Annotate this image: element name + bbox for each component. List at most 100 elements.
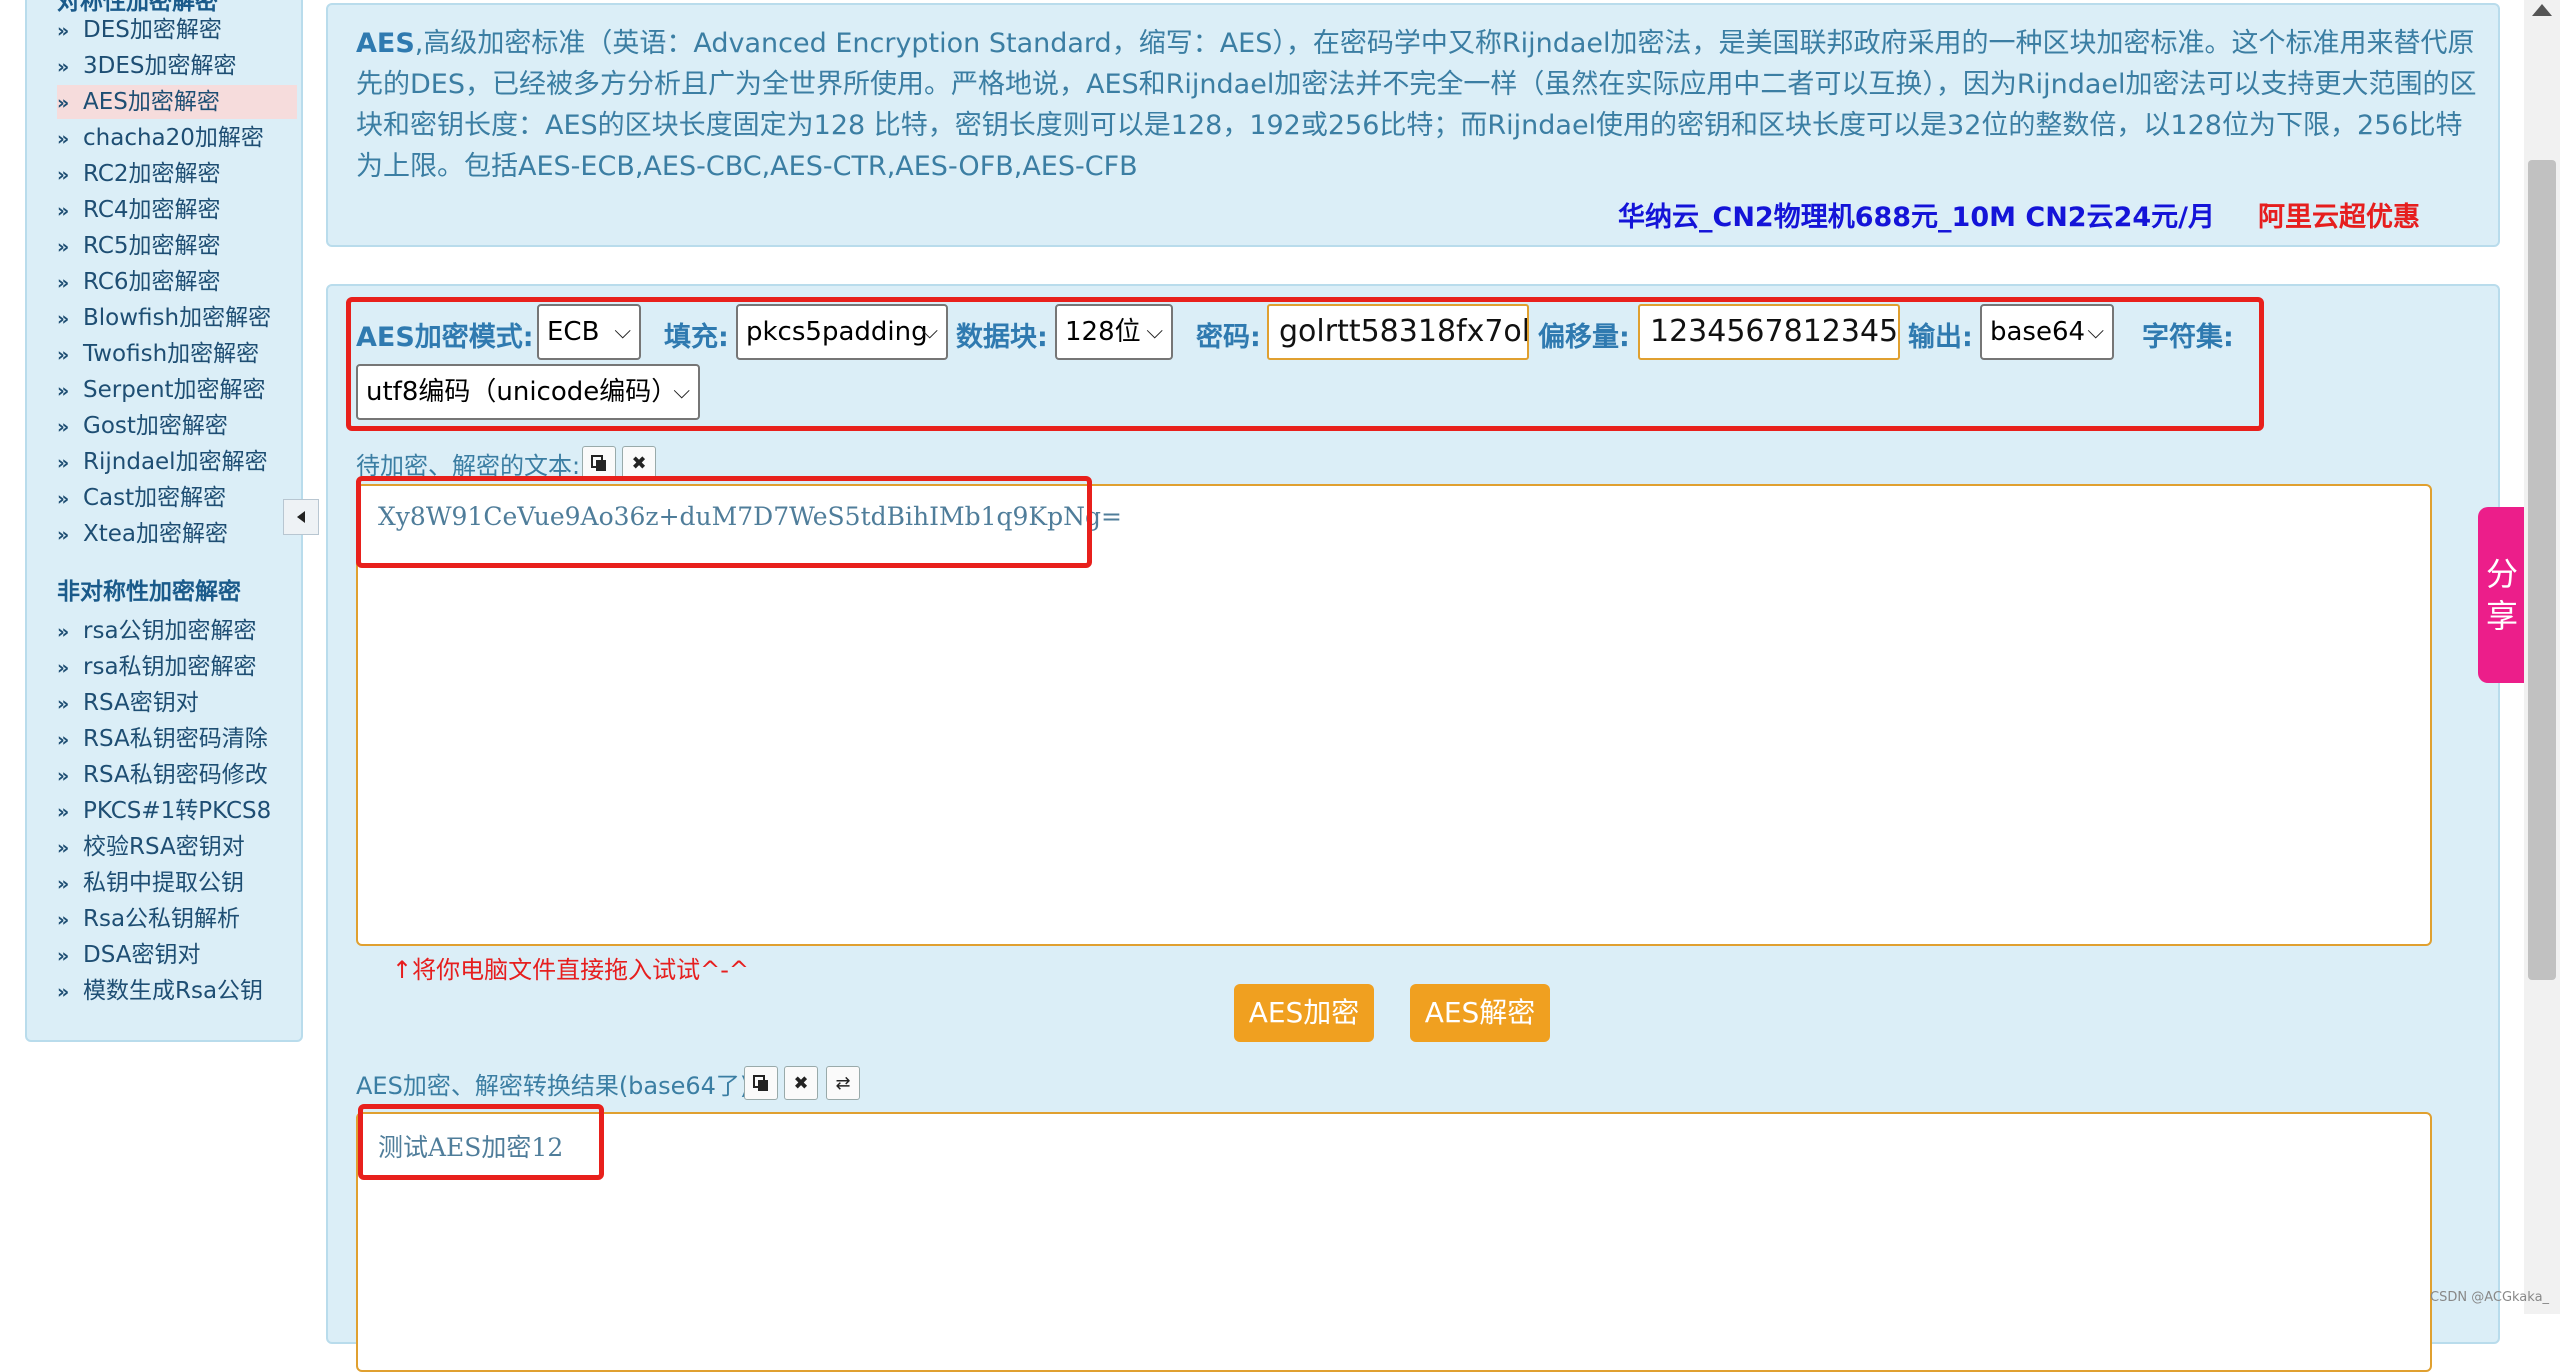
- output-format-select[interactable]: base64 ⌵: [1980, 304, 2114, 360]
- password-input[interactable]: golrtt58318fx7ol: [1267, 304, 1529, 360]
- sidebar-nav: 对称性加密解密 » DES加密解密» 3DES加密解密» AES加密解密» chacha…: [25, 0, 303, 1042]
- caret-left-icon: [297, 511, 305, 523]
- sidebar-item[interactable]: » Twofish加密解密: [57, 337, 297, 371]
- chevron-right-icon: »: [57, 981, 70, 1003]
- chevron-right-icon: »: [57, 236, 70, 258]
- sidebar-item-label: RC6加密解密: [83, 269, 221, 295]
- charset-select[interactable]: utf8编码（unicode编码） ⌵: [356, 364, 700, 420]
- password-label: 密码:: [1196, 322, 1261, 353]
- sidebar-item[interactable]: » AES加密解密: [57, 85, 297, 119]
- sidebar-collapse-button[interactable]: [283, 499, 319, 535]
- sidebar-item-label: DSA密钥对: [83, 942, 201, 968]
- clear-input-button[interactable]: ✖: [622, 446, 656, 480]
- sidebar-item-label: DES加密解密: [83, 17, 222, 43]
- output-format-label: 输出:: [1908, 322, 1973, 353]
- copy-input-button[interactable]: [582, 446, 616, 480]
- scrollbar-thumb[interactable]: [2528, 160, 2556, 980]
- block-size-select[interactable]: 128位 ⌵: [1055, 304, 1173, 360]
- sidebar-item-label: 3DES加密解密: [83, 53, 237, 79]
- chevron-right-icon: »: [57, 524, 70, 546]
- chevron-down-icon: ⌵: [1146, 319, 1163, 344]
- chevron-right-icon: »: [57, 621, 70, 643]
- sidebar-item[interactable]: » PKCS#1转PKCS8: [57, 794, 297, 828]
- sidebar-item[interactable]: » DSA密钥对: [57, 938, 297, 972]
- sidebar-item[interactable]: » Rijndael加密解密: [57, 445, 297, 479]
- sidebar-item-label: rsa私钥加密解密: [83, 654, 257, 680]
- iv-input[interactable]: 1234567812345678: [1638, 304, 1900, 360]
- chevron-right-icon: »: [57, 765, 70, 787]
- intro-body: ,高级加密标准（英语：Advanced Encryption Standard，…: [356, 28, 2477, 182]
- intro-panel: AES,高级加密标准（英语：Advanced Encryption Standa…: [326, 3, 2500, 247]
- share-tab[interactable]: 分 享: [2478, 507, 2526, 683]
- chevron-right-icon: »: [57, 272, 70, 294]
- ad-link-huanayun[interactable]: 华纳云_CN2物理机688元_10M CN2云24元/月: [1618, 195, 2215, 234]
- sidebar-item-label: Xtea加密解密: [83, 521, 229, 547]
- sidebar-item[interactable]: » RSA私钥密码清除: [57, 722, 297, 756]
- sidebar-item[interactable]: » 3DES加密解密: [57, 49, 297, 83]
- scroll-up-icon[interactable]: [2532, 4, 2552, 16]
- chevron-right-icon: »: [57, 801, 70, 823]
- sidebar-item[interactable]: » Xtea加密解密: [57, 517, 297, 551]
- chevron-right-icon: »: [57, 837, 70, 859]
- sidebar-item[interactable]: » Rsa公私钥解析: [57, 902, 297, 936]
- output-textarea[interactable]: 测试AES加密12: [356, 1112, 2432, 1372]
- mode-select[interactable]: ECB ⌵: [537, 304, 641, 360]
- sidebar-item-label: RC4加密解密: [83, 197, 221, 223]
- padding-select[interactable]: pkcs5padding ⌵: [736, 304, 948, 360]
- copy-output-button[interactable]: [744, 1066, 778, 1100]
- sidebar-item[interactable]: » Serpent加密解密: [57, 373, 297, 407]
- sidebar-item[interactable]: » DES加密解密: [57, 13, 297, 47]
- chevron-right-icon: »: [57, 308, 70, 330]
- sidebar-item[interactable]: » 私钥中提取公钥: [57, 866, 297, 900]
- sidebar-item-label: Serpent加密解密: [83, 377, 266, 403]
- decrypt-button[interactable]: AES解密: [1410, 984, 1550, 1042]
- watermark: CSDN @ACGkaka_: [2430, 1290, 2550, 1305]
- sidebar-item[interactable]: » RC4加密解密: [57, 193, 297, 227]
- chevron-right-icon: »: [57, 873, 70, 895]
- chevron-right-icon: »: [57, 56, 70, 78]
- iv-label: 偏移量:: [1538, 322, 1630, 353]
- charset-label: 字符集:: [2142, 322, 2234, 353]
- sidebar-item[interactable]: » 校验RSA密钥对: [57, 830, 297, 864]
- sidebar-item-label: Blowfish加密解密: [83, 305, 272, 331]
- sidebar-item-label: 校验RSA密钥对: [83, 834, 245, 860]
- sidebar-item[interactable]: » Blowfish加密解密: [57, 301, 297, 335]
- sidebar-item[interactable]: » RSA密钥对: [57, 686, 297, 720]
- chevron-right-icon: »: [57, 164, 70, 186]
- share-label-1: 分: [2485, 555, 2518, 593]
- chevron-right-icon: »: [57, 693, 70, 715]
- sidebar-item-label: AES加密解密: [83, 89, 220, 115]
- sidebar-item[interactable]: » rsa公钥加密解密: [57, 614, 297, 648]
- sidebar-item[interactable]: » rsa私钥加密解密: [57, 650, 297, 684]
- share-label-2: 享: [2485, 597, 2518, 635]
- chevron-right-icon: »: [57, 128, 70, 150]
- clear-output-button[interactable]: ✖: [784, 1066, 818, 1100]
- chevron-down-icon: ⌵: [673, 379, 690, 404]
- intro-title: AES: [356, 28, 415, 59]
- chevron-right-icon: »: [57, 909, 70, 931]
- swap-button[interactable]: ⇄: [826, 1066, 860, 1100]
- aes-tool-panel: AES加密模式: ECB ⌵ 填充: pkcs5padding ⌵ 数据块: 128…: [326, 284, 2500, 1372]
- chevron-down-icon: ⌵: [2087, 319, 2104, 344]
- sidebar-item[interactable]: » RC2加密解密: [57, 157, 297, 191]
- sidebar-item[interactable]: » RSA私钥密码修改: [57, 758, 297, 792]
- sidebar-item[interactable]: » Cast加密解密: [57, 481, 297, 515]
- sidebar-item[interactable]: » RC6加密解密: [57, 265, 297, 299]
- sidebar-item[interactable]: » RC5加密解密: [57, 229, 297, 263]
- sidebar-item[interactable]: » Gost加密解密: [57, 409, 297, 443]
- encrypt-button[interactable]: AES加密: [1234, 984, 1374, 1042]
- chevron-right-icon: »: [57, 657, 70, 679]
- sidebar-item-label: Cast加密解密: [83, 485, 227, 511]
- ad-link-aliyun[interactable]: 阿里云超优惠: [2258, 195, 2420, 234]
- chevron-right-icon: »: [57, 945, 70, 967]
- close-icon: ✖: [631, 452, 647, 474]
- sidebar-item[interactable]: » chacha20加解密: [57, 121, 297, 155]
- chevron-right-icon: »: [57, 488, 70, 510]
- copy-icon: [591, 455, 606, 471]
- chevron-right-icon: »: [57, 452, 70, 474]
- block-size-label: 数据块:: [956, 322, 1048, 353]
- sidebar-item-label: RSA私钥密码清除: [83, 726, 268, 752]
- close-icon: ✖: [793, 1072, 809, 1094]
- sidebar-item[interactable]: » 模数生成Rsa公钥: [57, 974, 297, 1008]
- swap-icon: ⇄: [835, 1072, 851, 1094]
